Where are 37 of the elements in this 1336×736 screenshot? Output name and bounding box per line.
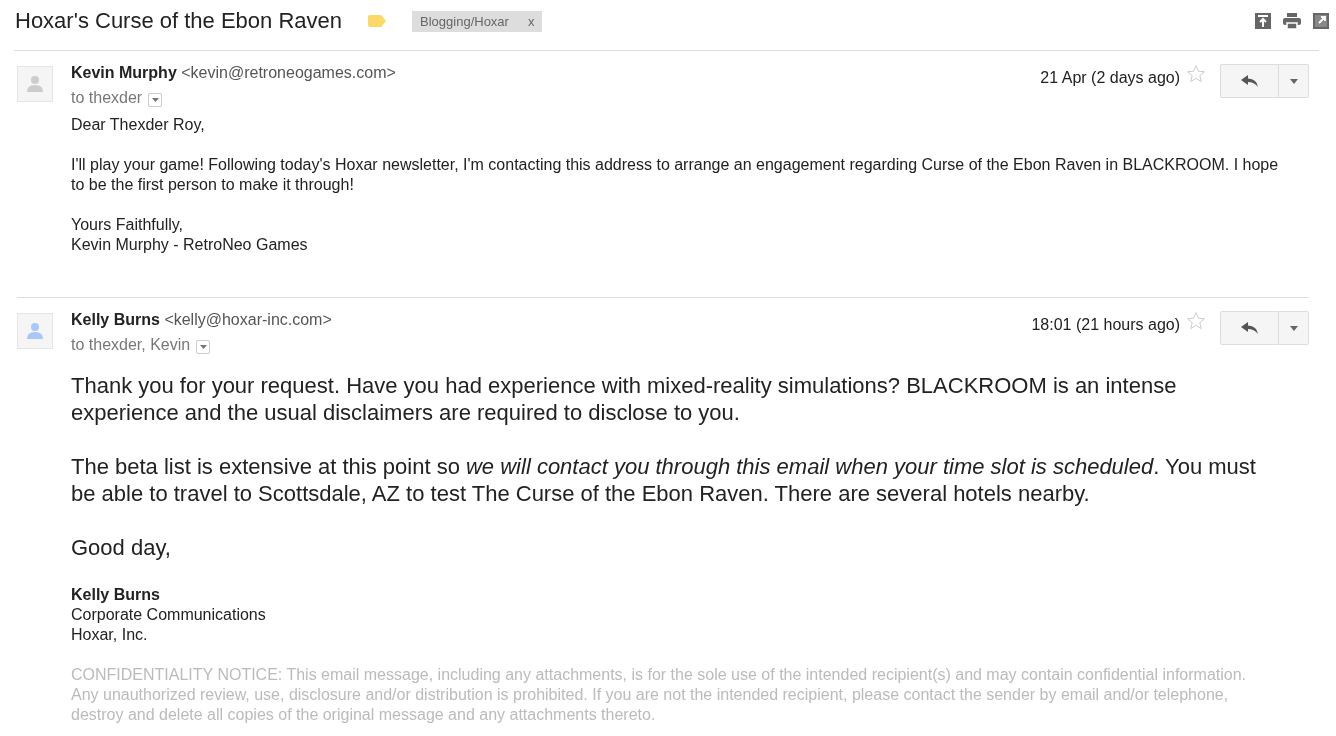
body-text: Dear Thexder Roy, xyxy=(71,115,206,135)
signature-line: Kelly Burns xyxy=(71,585,161,605)
sender-email: <kevin@retroneogames.com> xyxy=(181,64,396,81)
message-date: 18:01 (21 hours ago) xyxy=(1031,316,1180,334)
archive-icon[interactable] xyxy=(1255,13,1271,29)
signature-line: Corporate Communications xyxy=(71,605,267,625)
caret-icon xyxy=(151,97,159,102)
signature-line: Hoxar, Inc. xyxy=(71,625,149,645)
body-text: I'll play your game! Following today's Hoxar newsletter, I'm contacting this address to arrange an engagement regarding Curse of the Ebon Raven in BLACKROOM. I hope to be the first person to make it through! xyxy=(71,155,1280,195)
remove-label-button[interactable]: x xyxy=(527,13,535,29)
caret-icon xyxy=(1289,325,1298,331)
caret-icon xyxy=(1289,78,1298,84)
label-name[interactable]: Blogging/Hoxar xyxy=(420,13,509,29)
reply-icon xyxy=(1240,322,1259,334)
caret-icon xyxy=(199,344,207,349)
message-date: 21 Apr (2 days ago) xyxy=(1040,69,1180,87)
sender-email: <kelly@hoxar-inc.com> xyxy=(164,311,332,328)
body-text: Yours Faithfully, xyxy=(71,215,185,235)
details-dropdown[interactable] xyxy=(196,339,211,354)
recipients: to thexder xyxy=(71,89,143,107)
reply-icon xyxy=(1240,75,1259,87)
recipients: to thexder, Kevin xyxy=(71,336,191,354)
sender-name: Kevin Murphy xyxy=(71,64,177,81)
new-window-icon[interactable] xyxy=(1313,13,1329,29)
sender-name: Kelly Burns xyxy=(71,311,160,328)
body-text: Thank you for your request. Have you had experience with mixed-reality simulations? BLACKROOM is an intense experience and the usual disclaimers are required to disclose to you. xyxy=(71,372,1178,426)
star-icon[interactable] xyxy=(1186,311,1206,331)
body-text: Kevin Murphy - RetroNeo Games xyxy=(71,235,309,255)
print-icon[interactable] xyxy=(1283,13,1301,29)
details-dropdown[interactable] xyxy=(148,92,163,107)
email-subject: Hoxar's Curse of the Ebon Raven xyxy=(15,8,343,34)
reply-button[interactable] xyxy=(1220,64,1279,98)
star-icon[interactable] xyxy=(1186,64,1206,84)
body-text: Good day, xyxy=(71,534,172,561)
reply-button[interactable] xyxy=(1220,311,1279,345)
body-text: The beta list is extensive at this point so we will contact you through this email when your time slot is scheduled. You must be able to travel to Scottsdale, AZ to test The Curse of the Ebon Raven. There are several hotels nearby. xyxy=(71,453,1257,507)
confidentiality-notice: CONFIDENTIALITY NOTICE: This email message, including any attachments, is for the sole use of the intended recipient(s) and may contain confidential information. Any unauthorized review, use, disclosure and/or distribution is prohibited. If you are not the intended recipient, please contact the sender by email and/or telephone, destroy and delete all copies of the original message and any attachments thereto. xyxy=(71,665,1248,725)
